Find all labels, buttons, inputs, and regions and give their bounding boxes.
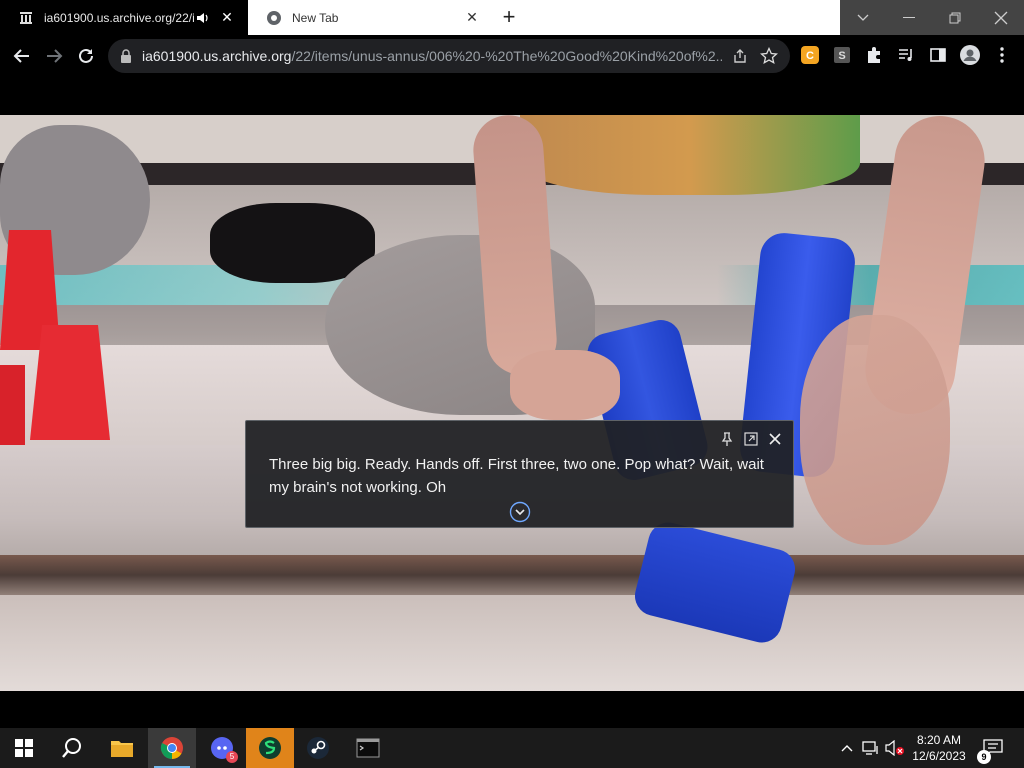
forward-arrow-icon[interactable] [41,43,67,69]
discord-icon[interactable]: 5 [198,728,246,768]
browser-toolbar: ia601900.us.archive.org/22/items/unus-an… [0,35,1024,77]
window-close-icon[interactable] [978,0,1024,35]
taskbar: 5 8:20 AM 12/6/2023 9 [0,728,1024,768]
close-caption-icon[interactable] [767,431,783,447]
chrome-icon[interactable] [148,728,196,768]
coupon-extension-icon[interactable]: C [800,45,820,65]
red-cup [0,365,25,445]
page-content: Three big big. Ready. Hands off. First t… [0,77,1024,728]
url-path: /22/items/unus-annus/006%20-%20The%20Goo… [291,48,722,64]
address-bar[interactable]: ia601900.us.archive.org/22/items/unus-an… [108,39,790,73]
profile-avatar-icon[interactable] [960,45,980,65]
reload-icon[interactable] [73,43,99,69]
tab-title: ia601900.us.archive.org/22/i [44,10,195,25]
caption-text: Three big big. Ready. Hands off. First t… [269,456,764,496]
close-tab-icon[interactable]: ✕ [463,9,481,27]
tab-archive[interactable]: ia601900.us.archive.org/22/i ✕ [0,0,248,35]
red-cup [30,325,110,440]
new-tab-button[interactable]: + [497,6,521,30]
tab-strip: ia601900.us.archive.org/22/i ✕ New Tab ✕… [0,0,1024,35]
tab-search-icon[interactable] [840,0,886,35]
minimize-icon[interactable] [886,0,932,35]
network-icon[interactable] [860,728,882,768]
clock-time: 8:20 AM [916,733,962,747]
left-hand [510,350,620,420]
chevron-up-icon[interactable] [838,728,856,768]
share-icon[interactable] [732,48,748,64]
pin-icon[interactable] [719,431,735,447]
back-arrow-icon[interactable] [9,43,35,69]
notification-count: 9 [977,750,991,764]
close-tab-icon[interactable]: ✕ [218,9,236,27]
terminal-icon[interactable] [344,728,392,768]
svg-text:C: C [806,50,814,62]
side-panel-icon[interactable] [928,45,948,65]
chrome-favicon-icon [266,10,282,26]
search-icon[interactable] [48,728,96,768]
discord-badge: 5 [226,751,238,763]
lock-icon[interactable] [120,49,134,63]
archive-favicon-icon [18,10,34,26]
url-host: ia601900.us.archive.org [142,48,292,64]
rug-dark-stripe [0,555,1024,595]
tab-new[interactable]: New Tab ✕ [248,0,493,35]
expand-window-icon[interactable] [743,431,759,447]
system-clock[interactable]: 8:20 AM 12/6/2023 [905,732,973,764]
restore-icon[interactable] [932,0,978,35]
rug-lower [0,595,1024,691]
caption-controls [719,431,783,447]
app-s-icon[interactable] [246,728,294,768]
windows-start-icon[interactable] [0,728,48,768]
right-hand [800,315,950,545]
clock-date: 12/6/2023 [912,749,966,763]
notification-center-icon[interactable]: 9 [977,728,1008,768]
volume-muted-icon[interactable] [884,728,906,768]
steam-icon[interactable] [294,728,342,768]
menu-icon[interactable] [992,45,1012,65]
url-text[interactable]: ia601900.us.archive.org/22/items/unus-an… [142,48,722,64]
media-control-icon[interactable] [896,45,916,65]
video-player[interactable] [0,115,1024,691]
tab-title: New Tab [292,10,339,25]
svg-text:S: S [838,50,845,62]
speaker-icon[interactable] [196,11,210,25]
chevron-down-icon[interactable] [509,501,531,523]
file-explorer-icon[interactable] [98,728,146,768]
live-caption-box[interactable]: Three big big. Ready. Hands off. First t… [245,420,794,528]
yellow-shirt [520,115,860,195]
puzzle-extensions-icon[interactable] [864,45,884,65]
bookmark-star-icon[interactable] [759,46,779,65]
s-extension-icon[interactable]: S [832,45,852,65]
